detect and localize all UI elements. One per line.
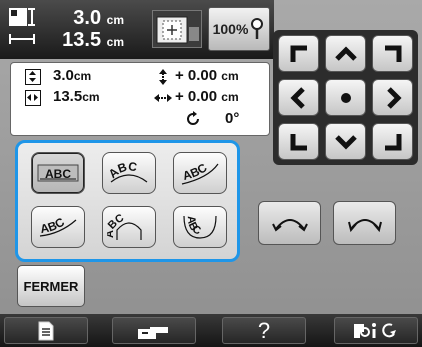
frame-icon: [156, 16, 199, 44]
rotation-icon: [187, 111, 199, 125]
move-left-button[interactable]: [278, 79, 319, 116]
arrange-arc-up-text: ABC: [107, 159, 138, 181]
text-arc-up-icon: ABC: [107, 159, 148, 183]
arc-increase-icon: [347, 219, 382, 233]
embroidery-edit-screen: 3.0 cm 13.5 cm 100% 3.0cm 13.5cm + 0.00 …: [0, 0, 422, 347]
width-value: 13.5: [62, 29, 102, 51]
sewing-machine-button[interactable]: [112, 317, 196, 344]
corner-up-right-icon: [384, 45, 401, 62]
vertical-offset-icon: [159, 69, 167, 85]
text-arc-up-right-icon: ABC: [181, 160, 219, 185]
curve-flatten-button[interactable]: [258, 201, 321, 245]
settings-icon: [354, 322, 396, 338]
move-down-right-button[interactable]: [372, 123, 413, 160]
arrange-arc-right-text: ABC: [181, 160, 210, 183]
move-up-button[interactable]: [325, 35, 366, 72]
svg-text:ABC: ABC: [39, 215, 67, 236]
vertical-offset-unit: cm: [221, 69, 239, 83]
horizontal-offset-icon: [154, 94, 172, 102]
info-width-value: 13.5: [53, 88, 83, 105]
text-straight-icon: ABC: [37, 164, 79, 182]
text-arch-icon: ABC: [107, 212, 142, 240]
text-slant-icon: ABC: [39, 215, 77, 237]
move-up-right-button[interactable]: [372, 35, 413, 72]
magnifier-icon: [251, 18, 264, 39]
horizontal-offset-value: + 0.00: [175, 88, 218, 105]
bottom-bar: ?: [0, 314, 422, 347]
info-height-value: 3.0: [53, 67, 74, 84]
move-right-button[interactable]: [372, 79, 413, 116]
settings-button[interactable]: [334, 317, 418, 344]
corner-up-left-icon: [290, 45, 307, 62]
curve-increase-button[interactable]: [333, 201, 396, 245]
info-height-unit: cm: [73, 69, 92, 83]
center-dot-icon: [340, 92, 351, 103]
info-width-unit: cm: [82, 90, 100, 104]
chevron-left-icon: [289, 86, 305, 109]
move-pad: [273, 30, 418, 165]
horizontal-offset-unit: cm: [221, 90, 239, 104]
height-icon: [25, 69, 41, 85]
close-button-label: FERMER: [23, 278, 79, 294]
svg-text:ABC: ABC: [185, 215, 203, 237]
height-unit: cm: [106, 13, 124, 27]
move-up-left-button[interactable]: [278, 35, 319, 72]
move-down-left-button[interactable]: [278, 123, 319, 160]
corner-down-right-icon: [384, 133, 401, 150]
help-label: ?: [257, 317, 271, 343]
arrange-straight-button[interactable]: ABC: [31, 152, 85, 194]
arrange-circle-text: ABC: [185, 215, 203, 237]
width-unit: cm: [106, 35, 124, 49]
zoom-button[interactable]: 100%: [208, 7, 270, 51]
vertical-offset-value: + 0.00: [175, 67, 218, 84]
size-icon: [9, 8, 35, 44]
chevron-right-icon: [386, 86, 402, 109]
chevron-up-icon: [334, 45, 357, 61]
center-button[interactable]: [325, 79, 366, 116]
corner-down-left-icon: [290, 133, 307, 150]
rotation-value: 0°: [225, 110, 240, 127]
document-icon: [38, 321, 54, 340]
svg-text:ABC: ABC: [181, 160, 210, 183]
sewing-machine-icon: [138, 326, 168, 339]
arrange-arch-button[interactable]: ABC: [102, 206, 156, 248]
arrange-arc-up-button[interactable]: ABC: [102, 152, 156, 194]
move-down-button[interactable]: [325, 123, 366, 160]
arrange-circle-button[interactable]: ABC: [173, 206, 227, 248]
pattern-info-panel: 3.0cm 13.5cm + 0.00 cm + 0.00 cm 0°: [10, 62, 270, 136]
chevron-down-icon: [334, 134, 357, 150]
arc-decrease-icon: [271, 219, 308, 232]
top-bar: 3.0 cm 13.5 cm 100%: [0, 0, 274, 59]
zoom-label: 100%: [212, 21, 249, 37]
pattern-size-readout: 3.0 cm 13.5 cm: [50, 8, 124, 52]
close-button[interactable]: FERMER: [17, 265, 85, 307]
arrange-arc-right-button[interactable]: ABC: [173, 152, 227, 194]
help-button[interactable]: ?: [222, 317, 306, 344]
arrange-slant-button[interactable]: ABC: [31, 206, 85, 248]
arrange-slant-text: ABC: [39, 215, 67, 236]
height-value: 3.0: [73, 7, 102, 29]
width-icon: [25, 90, 41, 106]
text-arrangement-group: ABC ABC ABC ABC BC ABC: [15, 140, 240, 262]
text-circle-icon: ABC: [183, 215, 217, 239]
pattern-list-button[interactable]: [4, 317, 88, 344]
frame-display-button[interactable]: [152, 10, 202, 48]
svg-text:ABC: ABC: [107, 159, 138, 181]
